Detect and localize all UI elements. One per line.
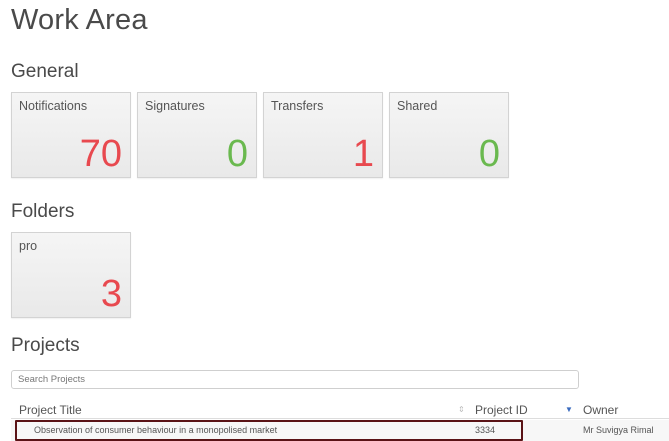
- projects-section-title: Projects: [11, 335, 80, 356]
- project-id-cell: 3334: [475, 425, 496, 435]
- project-title-cell[interactable]: Observation of consumer behaviour in a m…: [34, 425, 277, 435]
- column-header-owner[interactable]: Owner: [583, 403, 618, 417]
- shared-tile[interactable]: Shared 0: [389, 92, 509, 178]
- folder-label: pro: [19, 239, 38, 253]
- shared-label: Shared: [397, 99, 438, 113]
- sort-descending-icon[interactable]: ▼: [565, 405, 573, 414]
- signatures-label: Signatures: [145, 99, 205, 113]
- shared-count: 0: [478, 133, 500, 175]
- folder-tile-pro[interactable]: pro 3: [11, 232, 131, 318]
- column-header-project-title[interactable]: Project Title: [19, 403, 82, 417]
- notifications-label: Notifications: [19, 99, 88, 113]
- folder-count: 3: [100, 273, 122, 315]
- transfers-tile[interactable]: Transfers 1: [263, 92, 383, 178]
- general-section-title: General: [11, 61, 79, 82]
- signatures-tile[interactable]: Signatures 0: [137, 92, 257, 178]
- signatures-count: 0: [226, 133, 248, 175]
- notifications-tile[interactable]: Notifications 70: [11, 92, 131, 178]
- folders-section-title: Folders: [11, 201, 75, 222]
- notifications-count: 70: [79, 133, 122, 175]
- table-header-divider: [11, 418, 669, 419]
- transfers-label: Transfers: [271, 99, 324, 113]
- project-owner-cell: Mr Suvigya Rimal: [583, 425, 654, 435]
- column-header-project-id[interactable]: Project ID: [475, 403, 528, 417]
- sort-unsorted-icon[interactable]: ⇕: [458, 405, 465, 414]
- transfers-count: 1: [352, 133, 374, 175]
- page-title: Work Area: [11, 4, 148, 36]
- search-projects-input[interactable]: [11, 370, 579, 389]
